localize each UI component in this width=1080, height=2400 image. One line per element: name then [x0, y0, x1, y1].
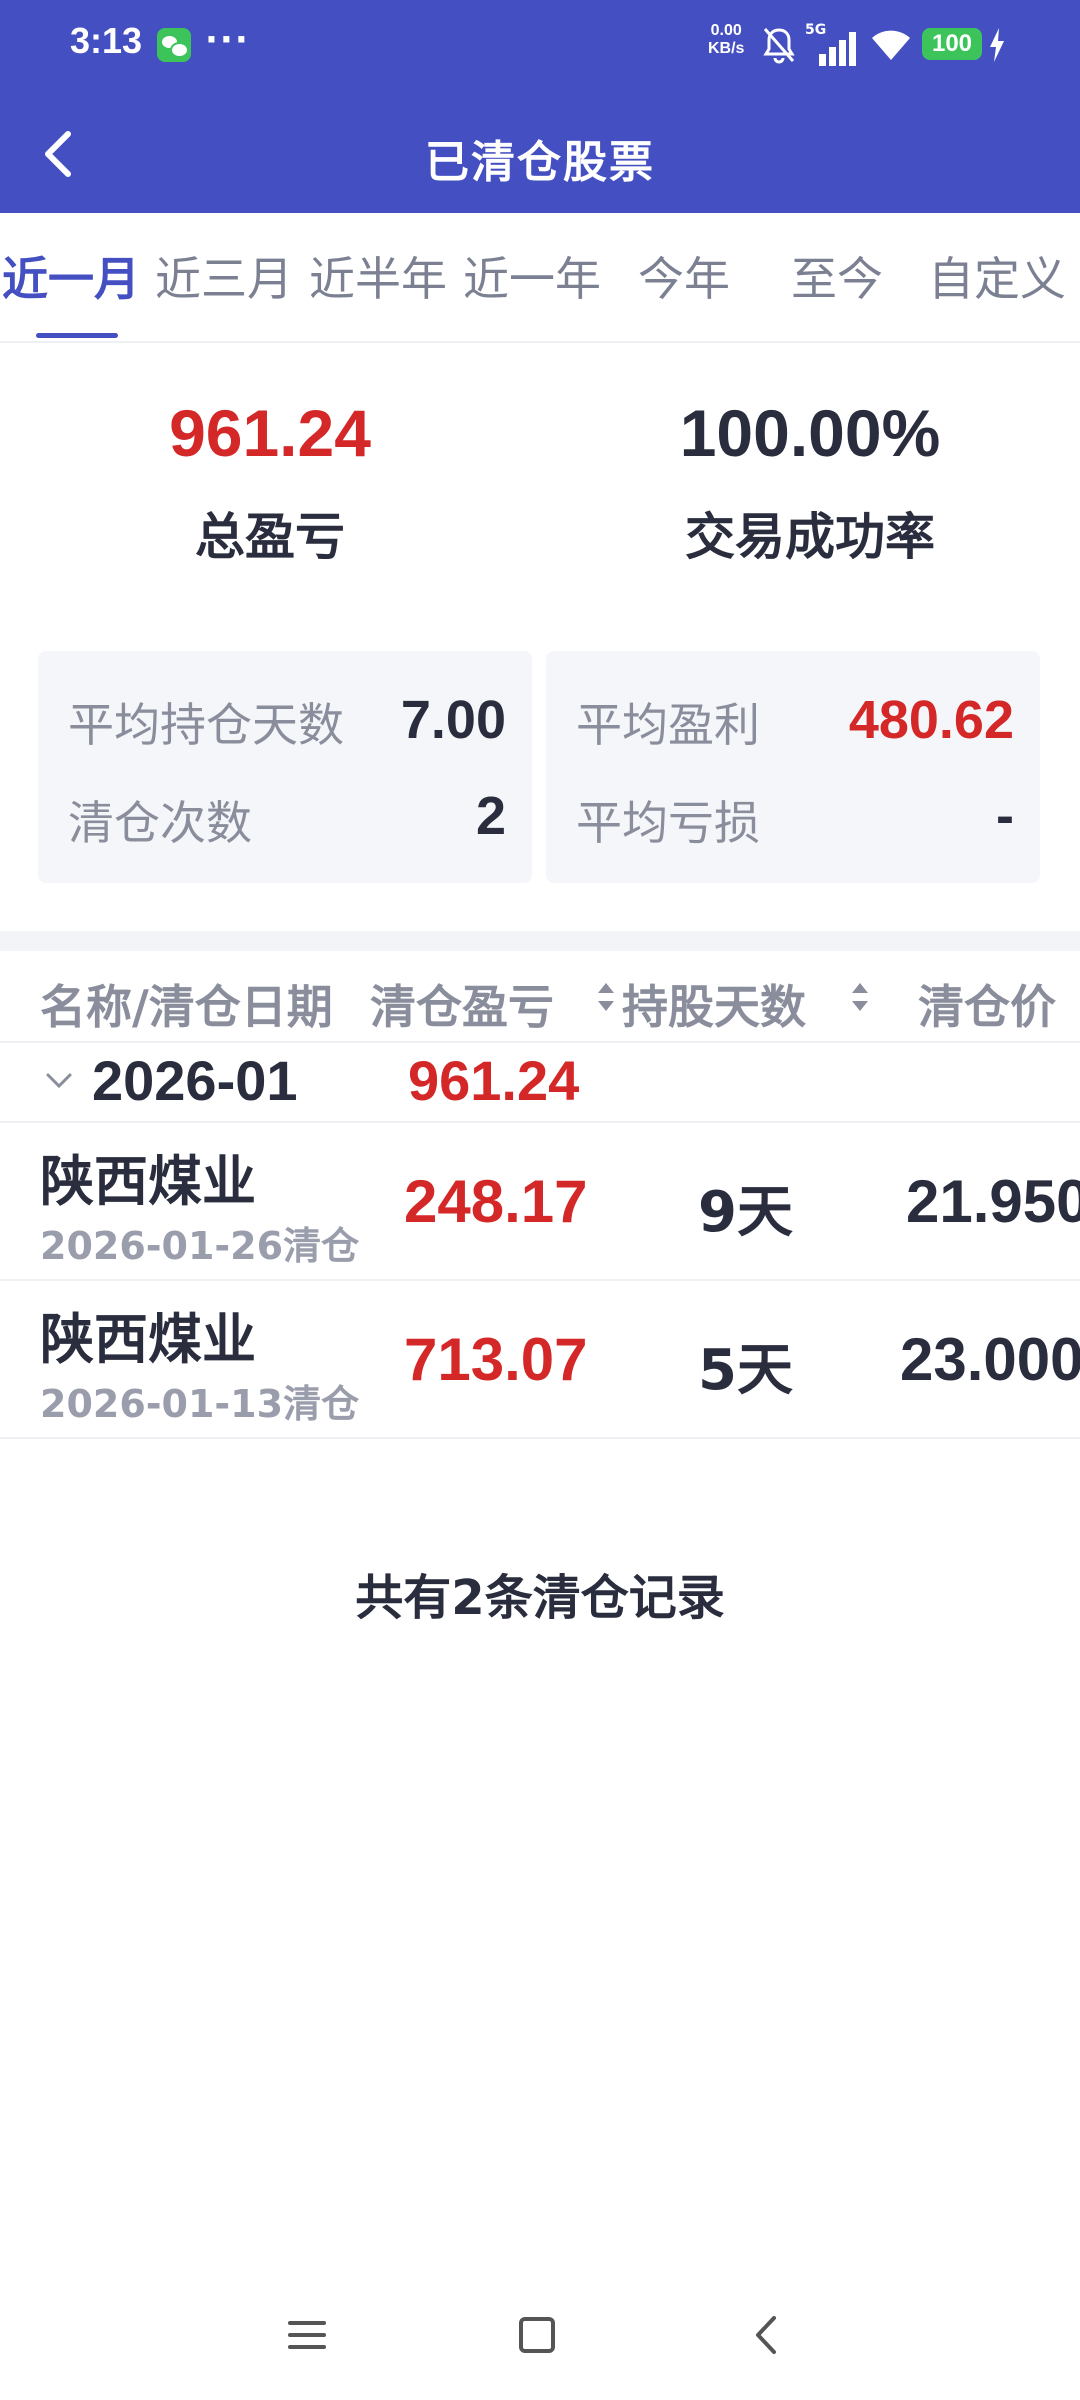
- table-header: 名称/清仓日期 清仓盈亏 持股天数 清仓价: [0, 951, 1080, 1043]
- success-rate-value: 100.00%: [679, 396, 941, 470]
- record-count-text: 共有2条清仓记录: [355, 1570, 725, 1626]
- avg-loss-label: 平均亏损: [576, 796, 760, 850]
- charging-icon: [990, 28, 1004, 62]
- clear-count-label: 清仓次数: [68, 796, 252, 850]
- total-pl-value: 961.24: [169, 396, 371, 470]
- menu-icon[interactable]: [282, 2310, 332, 2360]
- network-speed-unit: KB/s: [708, 40, 745, 57]
- bell-muted-icon: [763, 28, 795, 64]
- success-rate-label: 交易成功率: [685, 508, 935, 566]
- group-month: 2026-01: [92, 1049, 298, 1112]
- nav-back-icon[interactable]: [742, 2310, 792, 2360]
- stock-name: 陕西煤业: [40, 1308, 256, 1371]
- holding-days: 9天: [698, 1180, 793, 1245]
- profit-stats-card: 平均盈利 480.62 平均亏损 -: [546, 651, 1040, 883]
- clear-date: 2026-01-26清仓: [40, 1224, 360, 1268]
- tab-1-year[interactable]: 近一年: [463, 243, 601, 309]
- month-group-row[interactable]: 2026-01 961.24: [0, 1043, 1080, 1123]
- more-notifications-icon: ···: [205, 20, 250, 60]
- stock-name: 陕西煤业: [40, 1150, 256, 1213]
- clear-pl: 248.17: [404, 1168, 588, 1235]
- holding-stats-card: 平均持仓天数 7.00 清仓次数 2: [38, 651, 532, 883]
- header-clear-pl[interactable]: 清仓盈亏: [370, 971, 554, 1037]
- tab-to-date[interactable]: 至今: [791, 243, 883, 309]
- network-speed: 0.00 KB/s: [708, 22, 744, 58]
- sort-pl-icon[interactable]: [595, 979, 617, 1015]
- clear-date: 2026-01-13清仓: [40, 1382, 360, 1426]
- tab-1-month[interactable]: 近一月: [2, 243, 140, 309]
- clear-count-value: 2: [475, 786, 506, 846]
- table-row[interactable]: 陕西煤业 2026-01-26清仓 248.17 9天 21.950: [0, 1123, 1080, 1281]
- avg-profit-label: 平均盈利: [576, 698, 760, 752]
- status-bar: 3:13 ··· 0.00 KB/s 5G 100: [0, 0, 1080, 92]
- wechat-notification-icon: [157, 28, 191, 62]
- group-pl: 961.24: [408, 1049, 580, 1112]
- status-time: 3:13: [70, 20, 143, 61]
- total-pl-label: 总盈亏: [195, 508, 345, 566]
- header-clear-price: 清仓价: [918, 980, 1056, 1034]
- clear-price: 23.000: [900, 1326, 1080, 1393]
- avg-loss-value: -: [996, 786, 1014, 846]
- tab-this-year[interactable]: 今年: [638, 243, 730, 309]
- chevron-down-icon[interactable]: [44, 1065, 74, 1095]
- holding-days: 5天: [698, 1338, 793, 1403]
- battery-icon: 100: [922, 28, 982, 60]
- tab-half-year[interactable]: 近半年: [309, 243, 447, 309]
- header-name-date: 名称/清仓日期: [40, 980, 333, 1034]
- table-row[interactable]: 陕西煤业 2026-01-13清仓 713.07 5天 23.000: [0, 1281, 1080, 1439]
- avg-profit-value: 480.62: [848, 690, 1014, 750]
- section-divider: [0, 931, 1080, 951]
- home-icon[interactable]: [512, 2310, 562, 2360]
- period-tabs: 近一月 近三月 近半年 近一年 今年 至今 自定义: [0, 213, 1080, 343]
- network-speed-value: 0.00: [710, 22, 742, 39]
- avg-holding-days-label: 平均持仓天数: [68, 698, 344, 752]
- tab-custom[interactable]: 自定义: [928, 243, 1066, 309]
- page-title: 已清仓股票: [425, 137, 655, 188]
- header-holding-days[interactable]: 持股天数: [622, 971, 806, 1037]
- wifi-icon: [872, 30, 910, 60]
- clear-price: 21.950: [906, 1168, 1080, 1235]
- sort-days-icon[interactable]: [849, 979, 871, 1015]
- avg-holding-days-value: 7.00: [400, 690, 506, 750]
- cellular-signal-icon: 5G: [805, 22, 861, 66]
- clear-pl: 713.07: [404, 1326, 588, 1393]
- app-header: 3:13 ··· 0.00 KB/s 5G 100 已清仓股票: [0, 0, 1080, 213]
- active-tab-indicator: [36, 333, 118, 338]
- tab-3-months[interactable]: 近三月: [155, 243, 293, 309]
